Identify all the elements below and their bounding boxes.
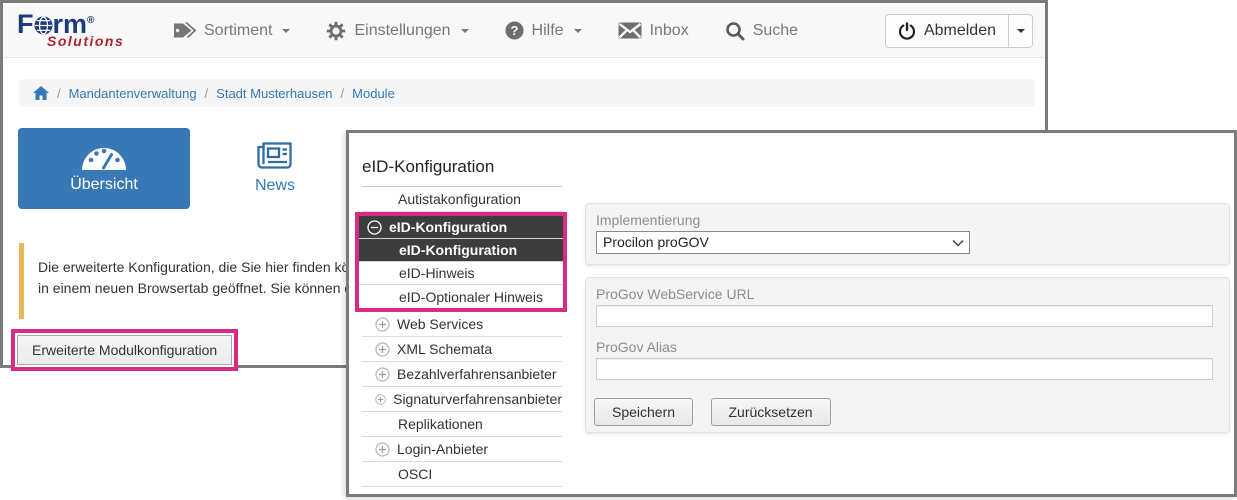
logout-label: Abmelden xyxy=(924,22,996,40)
tree-label: XML Schemata xyxy=(397,341,492,357)
registered-mark: ® xyxy=(87,15,94,26)
tree-item-eid-hinweis[interactable]: eID-Hinweis xyxy=(359,262,563,285)
envelope-icon xyxy=(618,22,642,39)
breadcrumb-link-mandantenverwaltung[interactable]: Mandantenverwaltung xyxy=(69,86,197,101)
breadcrumb-separator: / xyxy=(205,86,209,101)
tree-item-replikationen[interactable]: Replikationen xyxy=(362,412,562,437)
menu-item-hilfe[interactable]: ? Hilfe xyxy=(505,21,582,40)
progov-alias-input[interactable] xyxy=(596,358,1213,380)
expand-icon xyxy=(375,367,390,382)
tree-label: Replikationen xyxy=(398,416,483,432)
help-icon: ? xyxy=(505,21,524,40)
top-navbar: Frm® Solutions Sortiment Einstellungen ?… xyxy=(3,3,1045,58)
tree-item-login-anbieter[interactable]: Login-Anbieter xyxy=(362,437,562,462)
page: Frm® Solutions Sortiment Einstellungen ?… xyxy=(0,0,1237,500)
tag-icon xyxy=(173,21,196,40)
progov-alias-label: ProGov Alias xyxy=(596,339,1229,355)
expand-icon xyxy=(375,442,390,457)
breadcrumb-separator: / xyxy=(57,86,61,101)
tree-label: OSCI xyxy=(398,466,432,482)
tree-item-osci[interactable]: OSCI xyxy=(362,462,562,487)
tree-item-eid-konfiguration-parent[interactable]: eID-Konfiguration xyxy=(359,216,563,239)
implementierung-label: Implementierung xyxy=(596,212,1229,228)
eid-konfiguration-window: eID-Konfiguration Autistakonfiguration e… xyxy=(346,130,1237,497)
progov-url-label: ProGov WebService URL xyxy=(596,286,1229,302)
tree-label: eID-Konfiguration xyxy=(389,219,507,235)
tree-item-eid-konfiguration-selected[interactable]: eID-Konfiguration xyxy=(359,239,563,262)
selected-option: Procilon proGOV xyxy=(603,234,709,250)
breadcrumb-link-module[interactable]: Module xyxy=(352,86,395,101)
breadcrumb: / Mandantenverwaltung / Stadt Musterhaus… xyxy=(19,79,1035,107)
highlight-box: Erweiterte Modulkonfiguration xyxy=(11,329,238,371)
dialog-title: eID-Konfiguration xyxy=(362,157,562,187)
logout-button[interactable]: Abmelden xyxy=(886,15,1008,47)
config-tree: eID-Konfiguration Autistakonfiguration e… xyxy=(362,157,562,487)
svg-text:?: ? xyxy=(510,23,518,38)
menu-label: Einstellungen xyxy=(354,22,450,40)
tree-item-eid-optionaler-hinweis[interactable]: eID-Optionaler Hinweis xyxy=(359,285,563,308)
progov-panel: ProGov WebService URL ProGov Alias Speic… xyxy=(585,277,1230,433)
menu-label: Hilfe xyxy=(532,22,564,40)
newspaper-icon xyxy=(257,142,293,170)
tree-item-signaturverfahrensanbieter[interactable]: Signaturverfahrensanbieter xyxy=(362,387,562,412)
menu-label: Inbox xyxy=(650,22,689,40)
tab-news[interactable]: News xyxy=(225,128,325,209)
form-solutions-logo[interactable]: Frm® Solutions xyxy=(17,8,167,54)
expand-icon xyxy=(375,342,390,357)
dashboard-icon xyxy=(81,144,127,170)
menu-item-suche[interactable]: Suche xyxy=(725,21,798,41)
tile-label: News xyxy=(255,177,295,195)
menu-item-inbox[interactable]: Inbox xyxy=(618,22,689,40)
menu-label: Suche xyxy=(753,22,798,40)
chevron-down-icon xyxy=(282,29,290,33)
search-icon xyxy=(725,21,745,41)
erweiterte-modulkonfiguration-button[interactable]: Erweiterte Modulkonfiguration xyxy=(17,335,232,365)
tile-label: Übersicht xyxy=(70,176,138,194)
tree-label: eID-Hinweis xyxy=(399,265,474,281)
tree-label: Login-Anbieter xyxy=(397,441,488,457)
chevron-down-icon xyxy=(574,29,582,33)
home-icon[interactable] xyxy=(33,86,49,100)
implementierung-panel: Implementierung Procilon proGOV xyxy=(585,203,1230,265)
breadcrumb-link-stadt-musterhausen[interactable]: Stadt Musterhausen xyxy=(216,86,332,101)
expand-icon xyxy=(375,392,386,407)
progov-url-input[interactable] xyxy=(596,305,1213,327)
gear-icon xyxy=(326,21,346,41)
save-button[interactable]: Speichern xyxy=(594,398,693,426)
chevron-down-icon xyxy=(952,239,964,247)
logo-subtitle: Solutions xyxy=(47,33,167,49)
tree-item-web-services[interactable]: Web Services xyxy=(362,312,562,337)
chevron-down-icon xyxy=(461,29,469,33)
collapse-icon xyxy=(367,220,382,235)
power-icon xyxy=(898,22,916,40)
expand-icon xyxy=(375,317,390,332)
chevron-down-icon xyxy=(1017,29,1025,33)
breadcrumb-separator: / xyxy=(341,86,345,101)
implementierung-select[interactable]: Procilon proGOV xyxy=(596,231,970,254)
tree-label: eID-Konfiguration xyxy=(399,242,517,258)
logout-split-button: Abmelden xyxy=(885,14,1033,48)
form-actions: Speichern Zurücksetzen xyxy=(594,398,1229,426)
tree-label: Autistakonfiguration xyxy=(398,191,521,207)
tree-label: Bezahlverfahrensanbieter xyxy=(397,366,557,382)
menu-item-einstellungen[interactable]: Einstellungen xyxy=(326,21,468,41)
tree-item-xml-schemata[interactable]: XML Schemata xyxy=(362,337,562,362)
highlight-box: eID-Konfiguration eID-Konfiguration eID-… xyxy=(355,212,567,312)
menu-label: Sortiment xyxy=(204,22,272,40)
tree-item-bezahlverfahrensanbieter[interactable]: Bezahlverfahrensanbieter xyxy=(362,362,562,387)
tree-item-autistakonfiguration[interactable]: Autistakonfiguration xyxy=(362,187,562,212)
tree-label: eID-Optionaler Hinweis xyxy=(399,289,543,305)
tab-uebersicht[interactable]: Übersicht xyxy=(18,128,190,209)
tree-label: Web Services xyxy=(397,316,483,332)
menu-item-sortiment[interactable]: Sortiment xyxy=(173,21,290,40)
logout-dropdown-toggle[interactable] xyxy=(1008,15,1032,47)
tree-label: Signaturverfahrensanbieter xyxy=(393,391,562,407)
main-menu: Sortiment Einstellungen ? Hilfe Inbox xyxy=(173,3,798,58)
reset-button[interactable]: Zurücksetzen xyxy=(711,398,831,426)
